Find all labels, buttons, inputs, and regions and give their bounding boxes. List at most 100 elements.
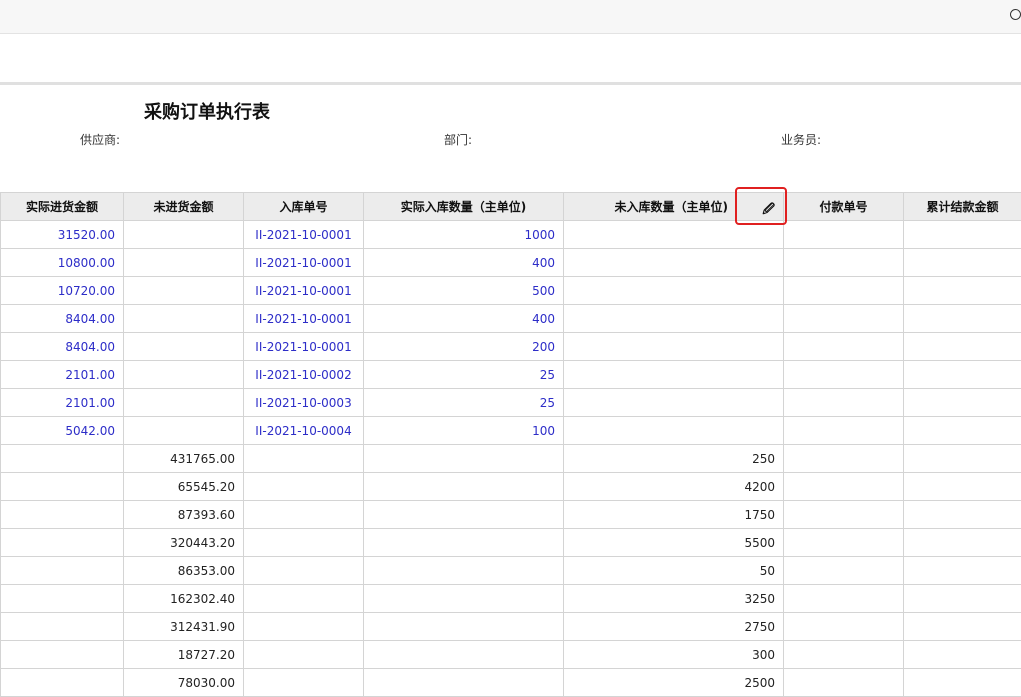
- cell-unpurchased-amount: [124, 277, 244, 305]
- table-row[interactable]: 87393.601750: [1, 501, 1021, 529]
- table-row[interactable]: 312431.90 2750: [1, 613, 1021, 641]
- cell-actual-received-qty: [364, 473, 564, 501]
- cell-actual-purchase-amount: 8404.00: [1, 333, 124, 361]
- cell-actual-purchase-amount: [1, 445, 124, 473]
- cell-actual-purchase-amount: 5042.00: [1, 417, 124, 445]
- cell-unreceived-qty: 2500: [564, 669, 784, 697]
- cell-actual-received-qty: 25: [364, 389, 564, 417]
- cell-payment-number: [784, 361, 904, 389]
- cell-payment-number: [784, 389, 904, 417]
- cell-actual-purchase-amount: [1, 669, 124, 697]
- column-header-actual-received-qty[interactable]: 实际入库数量（主单位): [364, 193, 564, 221]
- cell-cumulative-settled-amount: [904, 445, 1021, 473]
- cell-actual-purchase-amount: [1, 641, 124, 669]
- cell-receipt-number[interactable]: II-2021-10-0001: [244, 305, 364, 333]
- table-row[interactable]: 31520.00 II-2021-10-00011000: [1, 221, 1021, 249]
- cell-actual-received-qty: [364, 585, 564, 613]
- table-row[interactable]: 10800.00II-2021-10-0001400: [1, 249, 1021, 277]
- cell-payment-number: [784, 249, 904, 277]
- cell-actual-purchase-amount: 2101.00: [1, 361, 124, 389]
- supplier-filter-label: 供应商:: [80, 131, 120, 148]
- cell-unreceived-qty: 5500: [564, 529, 784, 557]
- cell-actual-received-qty: 25: [364, 361, 564, 389]
- cell-receipt-number[interactable]: II-2021-10-0001: [244, 277, 364, 305]
- cell-payment-number: [784, 221, 904, 249]
- cell-receipt-number[interactable]: II-2021-10-0002: [244, 361, 364, 389]
- cell-cumulative-settled-amount: [904, 501, 1021, 529]
- highlight-annotation-box: [735, 187, 787, 225]
- cell-actual-received-qty: [364, 557, 564, 585]
- cell-receipt-number: [244, 641, 364, 669]
- cell-receipt-number[interactable]: II-2021-10-0003: [244, 389, 364, 417]
- cell-unreceived-qty: 4200: [564, 473, 784, 501]
- cell-payment-number: [784, 417, 904, 445]
- cell-receipt-number: [244, 501, 364, 529]
- cell-unpurchased-amount: [124, 221, 244, 249]
- table-row[interactable]: 2101.00 II-2021-10-000225: [1, 361, 1021, 389]
- cell-actual-purchase-amount: [1, 501, 124, 529]
- table-row[interactable]: 8404.00 II-2021-10-0001200: [1, 333, 1021, 361]
- table-row[interactable]: 431765.00250: [1, 445, 1021, 473]
- table-row[interactable]: 78030.002500: [1, 669, 1021, 697]
- cell-unpurchased-amount: 312431.90: [124, 613, 244, 641]
- cell-actual-purchase-amount: 31520.00: [1, 221, 124, 249]
- table-row[interactable]: 8404.00II-2021-10-0001400: [1, 305, 1021, 333]
- cell-unpurchased-amount: 320443.20: [124, 529, 244, 557]
- cell-payment-number: [784, 501, 904, 529]
- cell-receipt-number[interactable]: II-2021-10-0001: [244, 249, 364, 277]
- cell-payment-number: [784, 641, 904, 669]
- cell-unpurchased-amount: [124, 417, 244, 445]
- cell-payment-number: [784, 613, 904, 641]
- cell-unreceived-qty: 2750: [564, 613, 784, 641]
- cell-unreceived-qty: 50: [564, 557, 784, 585]
- table-row[interactable]: 2101.00II-2021-10-000325: [1, 389, 1021, 417]
- cell-actual-received-qty: [364, 669, 564, 697]
- table-row[interactable]: 10720.00II-2021-10-0001500: [1, 277, 1021, 305]
- table-row[interactable]: 5042.00 II-2021-10-0004100: [1, 417, 1021, 445]
- table-header-row: 实际进货金额 未进货金额 入库单号 实际入库数量（主单位) 未入库数量（主单位)…: [1, 193, 1021, 221]
- cell-receipt-number[interactable]: II-2021-10-0001: [244, 333, 364, 361]
- table-row[interactable]: 18727.20300: [1, 641, 1021, 669]
- cell-unpurchased-amount: 18727.20: [124, 641, 244, 669]
- cell-unreceived-qty: 1750: [564, 501, 784, 529]
- cell-receipt-number: [244, 473, 364, 501]
- cell-receipt-number: [244, 529, 364, 557]
- cell-receipt-number[interactable]: II-2021-10-0001: [244, 221, 364, 249]
- column-header-cumulative-settled-amount[interactable]: 累计结款金额: [904, 193, 1021, 221]
- cell-actual-received-qty: [364, 501, 564, 529]
- cell-unreceived-qty: [564, 361, 784, 389]
- cell-actual-purchase-amount: [1, 585, 124, 613]
- table-row[interactable]: 86353.0050: [1, 557, 1021, 585]
- column-header-unreceived-qty-label: 未入库数量（主单位): [615, 200, 729, 214]
- cell-actual-received-qty: 400: [364, 305, 564, 333]
- cell-actual-received-qty: 200: [364, 333, 564, 361]
- cell-actual-received-qty: [364, 613, 564, 641]
- cell-actual-received-qty: 1000: [364, 221, 564, 249]
- cell-cumulative-settled-amount: [904, 529, 1021, 557]
- cell-cumulative-settled-amount: [904, 669, 1021, 697]
- cell-actual-purchase-amount: [1, 557, 124, 585]
- column-header-receipt-number[interactable]: 入库单号: [244, 193, 364, 221]
- column-header-payment-number[interactable]: 付款单号: [784, 193, 904, 221]
- cell-actual-received-qty: 500: [364, 277, 564, 305]
- salesperson-filter-label: 业务员:: [781, 131, 821, 148]
- table-row[interactable]: 162302.403250: [1, 585, 1021, 613]
- cell-cumulative-settled-amount: [904, 473, 1021, 501]
- search-icon[interactable]: [1010, 9, 1021, 20]
- table-row[interactable]: 320443.20 5500: [1, 529, 1021, 557]
- column-header-unpurchased-amount[interactable]: 未进货金额: [124, 193, 244, 221]
- cell-receipt-number: [244, 613, 364, 641]
- cell-receipt-number: [244, 445, 364, 473]
- cell-cumulative-settled-amount: [904, 333, 1021, 361]
- cell-actual-purchase-amount: [1, 613, 124, 641]
- cell-actual-received-qty: 100: [364, 417, 564, 445]
- cell-payment-number: [784, 585, 904, 613]
- cell-cumulative-settled-amount: [904, 249, 1021, 277]
- cell-cumulative-settled-amount: [904, 613, 1021, 641]
- table-row[interactable]: 65545.204200: [1, 473, 1021, 501]
- column-header-actual-purchase-amount[interactable]: 实际进货金额: [1, 193, 124, 221]
- cell-receipt-number[interactable]: II-2021-10-0004: [244, 417, 364, 445]
- cell-receipt-number: [244, 669, 364, 697]
- cell-cumulative-settled-amount: [904, 277, 1021, 305]
- cell-receipt-number: [244, 557, 364, 585]
